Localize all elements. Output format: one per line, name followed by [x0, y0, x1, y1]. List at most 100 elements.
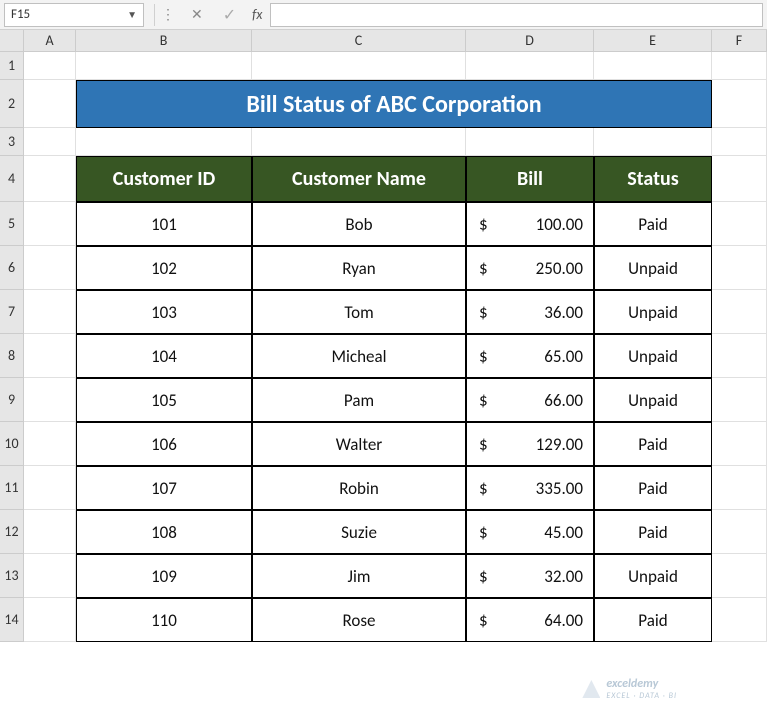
cell-status[interactable]: Paid — [594, 422, 712, 466]
cell[interactable] — [24, 422, 76, 466]
cell-customer-id[interactable]: 109 — [76, 554, 252, 598]
cell[interactable] — [712, 466, 767, 510]
cell-bill[interactable]: $45.00 — [466, 510, 594, 554]
cell[interactable] — [712, 378, 767, 422]
table-header-customer-name[interactable]: Customer Name — [252, 156, 466, 202]
cell[interactable] — [594, 128, 712, 156]
cell-customer-name[interactable]: Jim — [252, 554, 466, 598]
row-header[interactable]: 4 — [0, 156, 24, 202]
cell[interactable] — [24, 290, 76, 334]
cell-status[interactable]: Paid — [594, 466, 712, 510]
cell[interactable] — [24, 156, 76, 202]
cell[interactable] — [24, 334, 76, 378]
cell-customer-name[interactable]: Pam — [252, 378, 466, 422]
cell[interactable] — [76, 52, 252, 80]
row-header[interactable]: 12 — [0, 510, 24, 554]
cell[interactable] — [24, 466, 76, 510]
table-header-customer-id[interactable]: Customer ID — [76, 156, 252, 202]
cell[interactable] — [24, 202, 76, 246]
cell[interactable] — [24, 378, 76, 422]
cell[interactable] — [712, 290, 767, 334]
cell-customer-id[interactable]: 105 — [76, 378, 252, 422]
cell[interactable] — [466, 52, 594, 80]
cell[interactable] — [252, 52, 466, 80]
row-header[interactable]: 5 — [0, 202, 24, 246]
cell-customer-id[interactable]: 108 — [76, 510, 252, 554]
cell[interactable] — [712, 422, 767, 466]
cell-bill[interactable]: $32.00 — [466, 554, 594, 598]
formula-input[interactable] — [270, 3, 763, 27]
cell[interactable] — [24, 80, 76, 128]
cell[interactable] — [466, 128, 594, 156]
cell-status[interactable]: Paid — [594, 202, 712, 246]
cell-customer-id[interactable]: 102 — [76, 246, 252, 290]
cell-status[interactable]: Paid — [594, 598, 712, 642]
cell[interactable] — [24, 554, 76, 598]
cell-bill[interactable]: $36.00 — [466, 290, 594, 334]
row-header[interactable]: 8 — [0, 334, 24, 378]
cell-customer-id[interactable]: 107 — [76, 466, 252, 510]
cell-customer-name[interactable]: Tom — [252, 290, 466, 334]
column-header[interactable]: F — [712, 30, 767, 52]
row-header[interactable]: 10 — [0, 422, 24, 466]
cell[interactable] — [712, 598, 767, 642]
cell-customer-name[interactable]: Rose — [252, 598, 466, 642]
cell-customer-id[interactable]: 106 — [76, 422, 252, 466]
cell-status[interactable]: Unpaid — [594, 378, 712, 422]
column-header[interactable]: B — [76, 30, 252, 52]
cell-status[interactable]: Unpaid — [594, 290, 712, 334]
row-header[interactable]: 14 — [0, 598, 24, 642]
cell-customer-name[interactable]: Robin — [252, 466, 466, 510]
cell-customer-id[interactable]: 101 — [76, 202, 252, 246]
cell-status[interactable]: Unpaid — [594, 246, 712, 290]
cell[interactable] — [76, 128, 252, 156]
cancel-icon[interactable]: ✕ — [191, 6, 203, 23]
cell-bill[interactable]: $65.00 — [466, 334, 594, 378]
cell[interactable] — [712, 202, 767, 246]
cell-customer-name[interactable]: Suzie — [252, 510, 466, 554]
cell[interactable] — [712, 156, 767, 202]
cell[interactable] — [24, 598, 76, 642]
cell[interactable] — [712, 246, 767, 290]
cell[interactable] — [252, 128, 466, 156]
row-header[interactable]: 13 — [0, 554, 24, 598]
row-header[interactable]: 11 — [0, 466, 24, 510]
cell-customer-id[interactable]: 103 — [76, 290, 252, 334]
column-header[interactable]: D — [466, 30, 594, 52]
row-header[interactable]: 3 — [0, 128, 24, 156]
cell[interactable] — [24, 510, 76, 554]
name-box[interactable]: F15 ▼ — [4, 3, 144, 27]
cell-customer-id[interactable]: 104 — [76, 334, 252, 378]
cell-bill[interactable]: $66.00 — [466, 378, 594, 422]
cell[interactable] — [712, 510, 767, 554]
cell[interactable] — [594, 52, 712, 80]
cell-customer-name[interactable]: Walter — [252, 422, 466, 466]
select-all-corner[interactable] — [0, 30, 24, 52]
cell[interactable] — [24, 52, 76, 80]
title-cell[interactable]: Bill Status of ABC Corporation — [76, 80, 712, 128]
cell[interactable] — [712, 128, 767, 156]
cell-bill[interactable]: $335.00 — [466, 466, 594, 510]
cell[interactable] — [24, 128, 76, 156]
row-header[interactable]: 1 — [0, 52, 24, 80]
column-header[interactable]: C — [252, 30, 466, 52]
column-header[interactable]: E — [594, 30, 712, 52]
column-header[interactable]: A — [24, 30, 76, 52]
cell-bill[interactable]: $129.00 — [466, 422, 594, 466]
chevron-down-icon[interactable]: ▼ — [127, 8, 137, 21]
cell-customer-name[interactable]: Bob — [252, 202, 466, 246]
cell-customer-name[interactable]: Ryan — [252, 246, 466, 290]
cell-customer-name[interactable]: Micheal — [252, 334, 466, 378]
cell-customer-id[interactable]: 110 — [76, 598, 252, 642]
cell[interactable] — [712, 554, 767, 598]
fx-icon[interactable]: fx — [252, 6, 262, 23]
cell-status[interactable]: Unpaid — [594, 334, 712, 378]
row-header[interactable]: 6 — [0, 246, 24, 290]
cell-bill[interactable]: $250.00 — [466, 246, 594, 290]
cell[interactable] — [712, 52, 767, 80]
table-header-bill[interactable]: Bill — [466, 156, 594, 202]
row-header[interactable]: 9 — [0, 378, 24, 422]
table-header-status[interactable]: Status — [594, 156, 712, 202]
cell-status[interactable]: Unpaid — [594, 554, 712, 598]
row-header[interactable]: 7 — [0, 290, 24, 334]
